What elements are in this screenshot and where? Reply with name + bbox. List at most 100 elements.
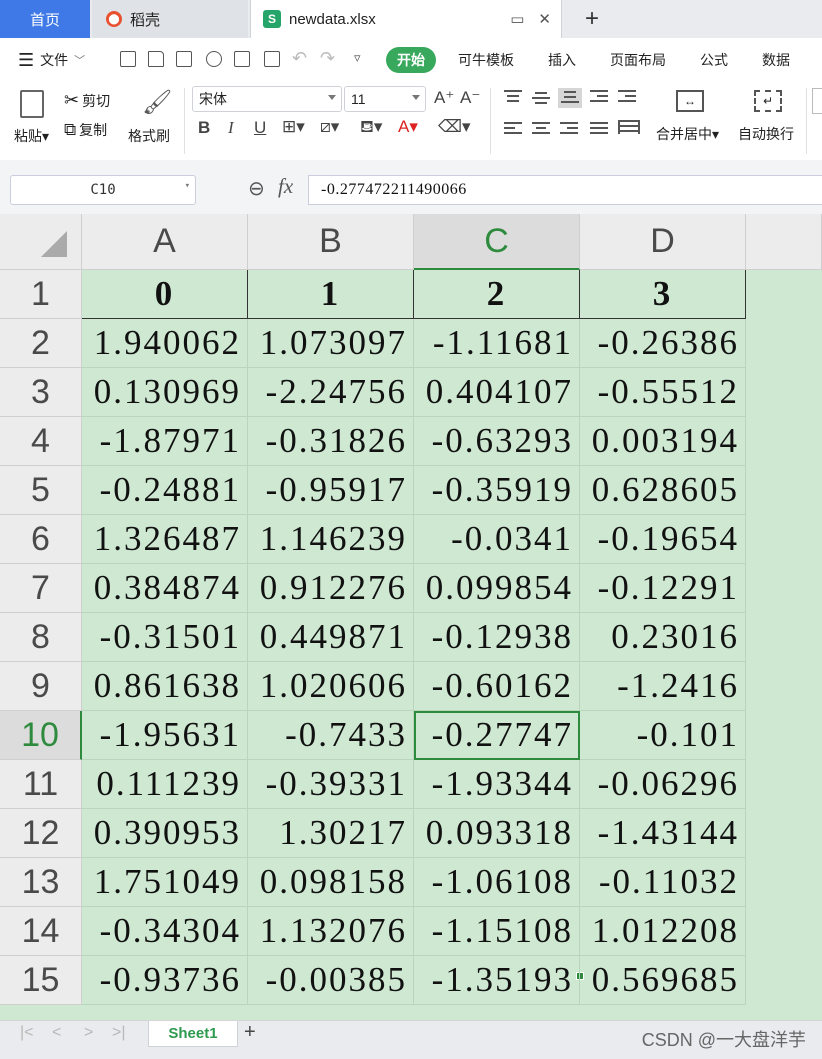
underline-button[interactable]: U <box>254 118 266 138</box>
cell[interactable]: 1.020606 <box>248 662 414 711</box>
window-restore-icon[interactable]: ▭ <box>510 10 524 28</box>
column-header-d[interactable]: D <box>580 214 746 270</box>
row-header[interactable]: 12 <box>0 809 82 858</box>
row-header[interactable]: 5 <box>0 466 82 515</box>
cell[interactable]: -0.7433 <box>248 711 414 760</box>
align-middle-icon[interactable] <box>532 92 550 106</box>
row-header[interactable]: 14 <box>0 907 82 956</box>
number-format-select[interactable] <box>812 88 822 114</box>
cell-style-icon[interactable]: ⧄▾ <box>320 117 339 137</box>
cell[interactable]: 0.130969 <box>82 368 248 417</box>
cell[interactable]: -0.26386 <box>580 319 746 368</box>
row-header[interactable]: 10 <box>0 711 82 760</box>
cell[interactable]: -0.63293 <box>414 417 580 466</box>
row-header[interactable]: 8 <box>0 613 82 662</box>
cell[interactable]: 0.093318 <box>414 809 580 858</box>
font-color-icon[interactable]: A▾ <box>398 117 418 137</box>
tab-formula[interactable]: 公式 <box>700 38 728 82</box>
cell[interactable]: -0.39331 <box>248 760 414 809</box>
align-left-icon[interactable] <box>504 122 522 136</box>
cell[interactable]: 0.569685 <box>580 956 746 1005</box>
tab-daoke[interactable]: ⬤ 稻壳 <box>92 0 248 38</box>
cell[interactable]: 0.098158 <box>248 858 414 907</box>
wrap-text-button[interactable]: ↵ 自动换行 <box>738 88 804 154</box>
cell[interactable]: 1.132076 <box>248 907 414 956</box>
row-header[interactable]: 7 <box>0 564 82 613</box>
increase-font-icon[interactable]: A⁺ <box>434 88 454 108</box>
cell[interactable]: -1.93344 <box>414 760 580 809</box>
tab-insert[interactable]: 插入 <box>548 38 576 82</box>
column-header-b[interactable]: B <box>248 214 414 270</box>
row-header[interactable]: 4 <box>0 417 82 466</box>
paste-button[interactable]: 粘贴▾ <box>14 86 54 156</box>
row-header[interactable]: 15 <box>0 956 82 1005</box>
decrease-indent-icon[interactable] <box>590 90 608 104</box>
row-header[interactable]: 1 <box>0 270 82 319</box>
cell[interactable]: 1 <box>248 270 414 319</box>
cell[interactable]: 1.751049 <box>82 858 248 907</box>
align-center-icon[interactable] <box>532 122 550 136</box>
cell[interactable]: 1.940062 <box>82 319 248 368</box>
export-icon[interactable] <box>206 51 222 67</box>
cell[interactable]: -0.24881 <box>82 466 248 515</box>
justify-icon[interactable] <box>590 122 608 136</box>
cell[interactable]: 1.326487 <box>82 515 248 564</box>
tab-home[interactable]: 首页 <box>0 0 90 38</box>
cell[interactable]: -0.27747 <box>414 711 580 760</box>
customize-toolbar-icon[interactable]: ▿ <box>354 50 361 66</box>
file-menu[interactable]: ☰ 文件 ﹀ <box>18 38 85 82</box>
cell[interactable]: -1.11681 <box>414 319 580 368</box>
cell[interactable]: -0.0341 <box>414 515 580 564</box>
cell[interactable]: 2 <box>414 270 580 319</box>
align-top-icon[interactable] <box>504 90 522 104</box>
fill-color-icon[interactable]: ⛾▾ <box>360 117 382 139</box>
cell[interactable]: 0.628605 <box>580 466 746 515</box>
tab-file[interactable]: S newdata.xlsx ▭ ✕ <box>250 0 562 38</box>
prev-sheet-icon[interactable]: < <box>52 1024 61 1042</box>
cell[interactable]: -0.34304 <box>82 907 248 956</box>
cell[interactable]: -0.60162 <box>414 662 580 711</box>
cell[interactable]: -1.35193 <box>414 956 580 1005</box>
tab-template[interactable]: 可牛模板 <box>458 38 514 82</box>
cell[interactable]: 0.23016 <box>580 613 746 662</box>
cell[interactable]: -0.95917 <box>248 466 414 515</box>
next-sheet-icon[interactable]: > <box>84 1024 93 1042</box>
close-tab-icon[interactable]: ✕ <box>538 10 551 28</box>
cell[interactable]: 0.449871 <box>248 613 414 662</box>
new-file-icon[interactable] <box>120 51 136 67</box>
increase-indent-icon[interactable] <box>618 90 636 104</box>
redo-icon[interactable]: ↷ <box>320 48 335 69</box>
undo-icon[interactable]: ↶ <box>292 48 307 69</box>
decrease-font-icon[interactable]: A⁻ <box>460 88 480 108</box>
cell[interactable]: -0.06296 <box>580 760 746 809</box>
cell[interactable]: -0.11032 <box>580 858 746 907</box>
column-header-c[interactable]: C <box>414 214 580 270</box>
name-box[interactable]: C10 ▾ <box>10 175 196 205</box>
tab-page-layout[interactable]: 页面布局 <box>610 38 666 82</box>
cell[interactable]: -1.2416 <box>580 662 746 711</box>
cell[interactable]: 0.384874 <box>82 564 248 613</box>
cell[interactable]: 1.012208 <box>580 907 746 956</box>
last-sheet-icon[interactable]: >| <box>112 1024 126 1042</box>
tab-start[interactable]: 开始 <box>386 38 436 82</box>
bold-button[interactable]: B <box>198 118 210 138</box>
merge-center-button[interactable]: ↔ 合并居中▾ <box>654 88 730 154</box>
cell[interactable]: 3 <box>580 270 746 319</box>
cell[interactable]: 1.30217 <box>248 809 414 858</box>
insert-function-icon[interactable]: fx <box>278 174 293 199</box>
cell[interactable]: -0.12291 <box>580 564 746 613</box>
cell[interactable]: -1.15108 <box>414 907 580 956</box>
cell[interactable]: 0.861638 <box>82 662 248 711</box>
row-header[interactable]: 6 <box>0 515 82 564</box>
row-header[interactable]: 11 <box>0 760 82 809</box>
save-icon[interactable] <box>176 51 192 67</box>
formula-input[interactable]: -0.277472211490066 <box>308 175 822 205</box>
cell[interactable]: -2.24756 <box>248 368 414 417</box>
distributed-align-icon[interactable] <box>618 120 640 134</box>
italic-button[interactable]: I <box>228 118 234 138</box>
zoom-search-icon[interactable]: ⊖ <box>248 176 265 201</box>
row-header[interactable]: 13 <box>0 858 82 907</box>
tab-data[interactable]: 数据 <box>762 38 790 82</box>
new-tab-button[interactable]: + <box>576 0 608 38</box>
cell[interactable]: -0.101 <box>580 711 746 760</box>
